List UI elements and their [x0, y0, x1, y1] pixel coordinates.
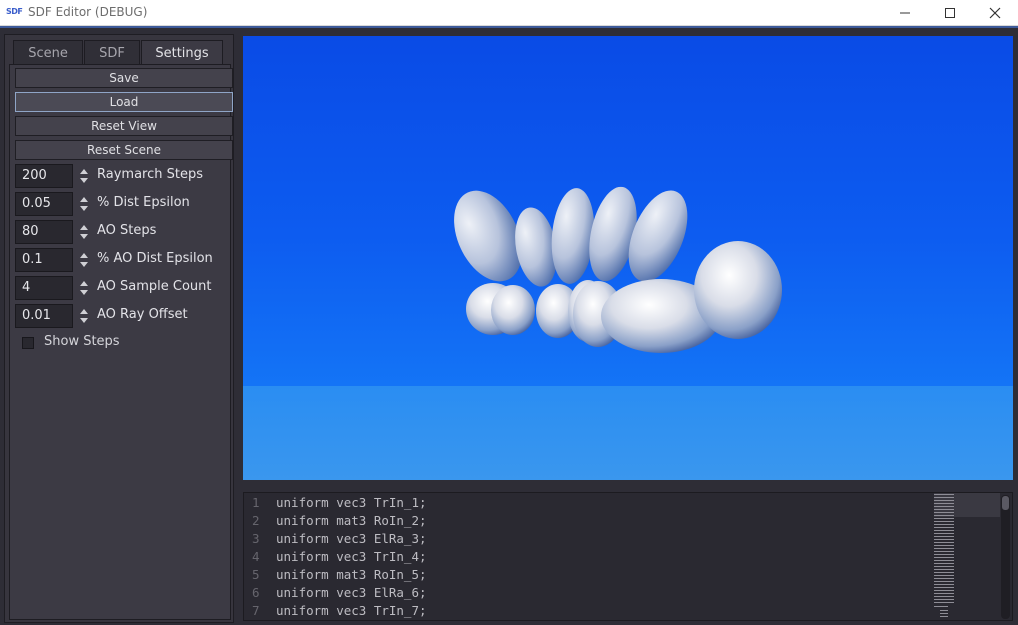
dist-epsilon-input[interactable]: 0.05 [15, 192, 73, 216]
spin-arrows-icon[interactable] [79, 251, 89, 269]
show-steps-label: Show Steps [44, 334, 120, 349]
show-steps-checkbox[interactable] [22, 337, 34, 349]
spin-arrows-icon[interactable] [79, 307, 89, 325]
settings-panel: Scene SDF Settings Save Load Reset View … [4, 34, 234, 623]
ao-sample-count-label: AO Sample Count [97, 279, 212, 294]
code-text[interactable]: uniform mat3 RoIn_5; [276, 567, 427, 582]
dist-epsilon-row: 0.05 % Dist Epsilon [15, 192, 231, 216]
ao-ray-offset-input[interactable]: 0.01 [15, 304, 73, 328]
close-button[interactable] [972, 0, 1018, 26]
minimize-icon [900, 12, 910, 14]
tab-scene[interactable]: Scene [13, 40, 83, 66]
code-text[interactable]: uniform vec3 TrIn_7; [276, 603, 427, 618]
code-text[interactable]: uniform vec3 ElRa_6; [276, 585, 427, 600]
reset-view-button[interactable]: Reset View [15, 116, 233, 136]
line-number: 1 [252, 495, 260, 510]
code-line: 4 uniform vec3 TrIn_4; [244, 549, 934, 567]
line-number: 2 [252, 513, 260, 528]
tab-bar: Scene SDF Settings [13, 40, 224, 66]
code-text[interactable]: uniform vec3 TrIn_1; [276, 495, 427, 510]
line-number: 4 [252, 549, 260, 564]
line-number: 6 [252, 585, 260, 600]
spin-arrows-icon[interactable] [79, 223, 89, 241]
code-text[interactable]: uniform vec3 ElRa_3; [276, 531, 427, 546]
ao-ray-offset-label: AO Ray Offset [97, 307, 188, 322]
close-icon [989, 7, 1001, 19]
code-minimap[interactable] [934, 493, 956, 619]
code-text[interactable]: uniform vec3 TrIn_4; [276, 549, 427, 564]
ao-ray-offset-row: 0.01 AO Ray Offset [15, 304, 231, 328]
reset-scene-button[interactable]: Reset Scene [15, 140, 233, 160]
code-line: 5 uniform mat3 RoIn_5; [244, 567, 934, 585]
load-button[interactable]: Load [15, 92, 233, 112]
raymarch-steps-row: 200 Raymarch Steps [15, 164, 231, 188]
save-button[interactable]: Save [15, 68, 233, 88]
raymarch-steps-input[interactable]: 200 [15, 164, 73, 188]
code-text[interactable]: uniform mat3 RoIn_2; [276, 513, 427, 528]
tab-settings[interactable]: Settings [141, 40, 223, 66]
maximize-button[interactable] [927, 0, 973, 26]
maximize-icon [945, 8, 955, 18]
dist-epsilon-label: % Dist Epsilon [97, 195, 190, 210]
ao-steps-input[interactable]: 80 [15, 220, 73, 244]
ao-sample-count-row: 4 AO Sample Count [15, 276, 231, 300]
sdf-render-object [454, 186, 782, 353]
raymarch-steps-label: Raymarch Steps [97, 167, 203, 182]
minimize-button[interactable] [882, 0, 928, 26]
line-number: 5 [252, 567, 260, 582]
ao-dist-epsilon-input[interactable]: 0.1 [15, 248, 73, 272]
code-line: 7 uniform vec3 TrIn_7; [244, 603, 934, 620]
code-line: 6 uniform vec3 ElRa_6; [244, 585, 934, 603]
ao-steps-row: 80 AO Steps [15, 220, 231, 244]
spin-arrows-icon[interactable] [79, 279, 89, 297]
ao-dist-epsilon-row: 0.1 % AO Dist Epsilon [15, 248, 231, 272]
render-viewport[interactable] [243, 36, 1013, 480]
title-bar: SDF SDF Editor (DEBUG) [0, 0, 1018, 26]
spin-arrows-icon[interactable] [79, 195, 89, 213]
code-editor[interactable]: 1 uniform vec3 TrIn_1; 2 uniform mat3 RoIn… [243, 492, 1013, 621]
editor-scrollbar[interactable] [1001, 495, 1010, 619]
line-number: 7 [252, 603, 260, 618]
ao-dist-epsilon-label: % AO Dist Epsilon [97, 251, 213, 266]
window-title: SDF Editor (DEBUG) [28, 5, 148, 19]
code-line: 3 uniform vec3 ElRa_3; [244, 531, 934, 549]
ao-steps-label: AO Steps [97, 223, 157, 238]
settings-content: Save Load Reset View Reset Scene 200 Ray… [9, 64, 233, 620]
spin-arrows-icon[interactable] [79, 167, 89, 185]
ao-sample-count-input[interactable]: 4 [15, 276, 73, 300]
line-number: 3 [252, 531, 260, 546]
code-line: 1 uniform vec3 TrIn_1; [244, 495, 934, 513]
editor-scrollbar-thumb[interactable] [1002, 496, 1009, 510]
app-icon: SDF [6, 7, 23, 16]
code-line: 2 uniform mat3 RoIn_2; [244, 513, 934, 531]
tab-sdf[interactable]: SDF [84, 40, 140, 66]
